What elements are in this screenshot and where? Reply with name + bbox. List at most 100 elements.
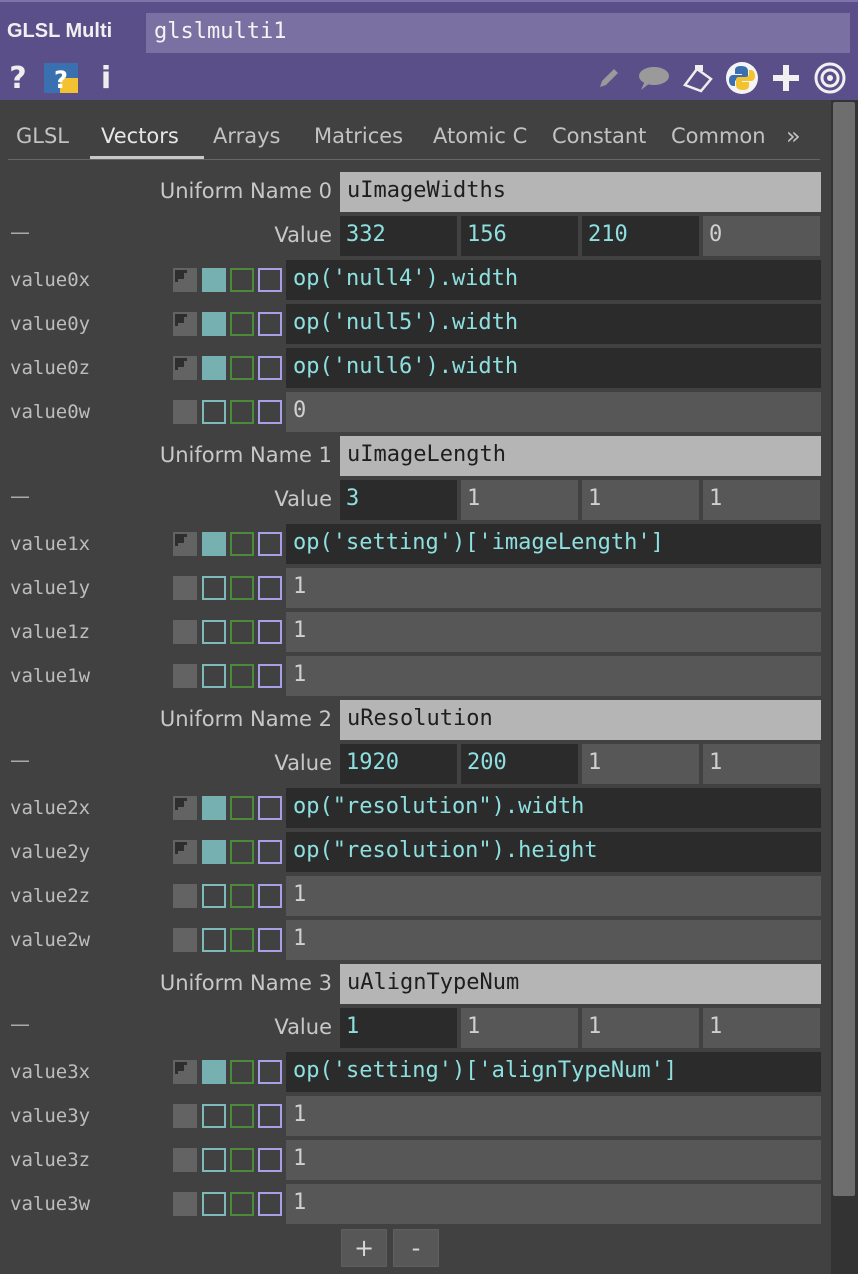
constant-mode-icon[interactable]	[173, 1148, 197, 1172]
expression-mode-icon[interactable]	[202, 268, 226, 292]
constant-mode-icon[interactable]	[173, 664, 197, 688]
constant-mode-icon[interactable]	[173, 620, 197, 644]
expression-mode-icon[interactable]	[202, 576, 226, 600]
expression-mode-icon[interactable]	[202, 796, 226, 820]
expression-mode-icon[interactable]	[202, 884, 226, 908]
python-help-icon[interactable]: ?	[42, 60, 80, 96]
value-cell-x[interactable]: 332	[340, 216, 457, 256]
constant-mode-icon[interactable]	[173, 576, 197, 600]
constant-field[interactable]: 1	[286, 1184, 821, 1224]
expression-field[interactable]: op('null5').width	[286, 304, 821, 344]
value-cell-x[interactable]: 1	[340, 1008, 457, 1048]
constant-mode-icon[interactable]	[173, 1192, 197, 1216]
value-cell-w[interactable]: 1	[703, 480, 820, 520]
value-cell-w[interactable]: 1	[703, 744, 820, 784]
export-mode-icon[interactable]	[230, 356, 254, 380]
value-cell-y[interactable]: 200	[461, 744, 578, 784]
expression-mode-icon[interactable]	[202, 928, 226, 952]
clipboard-icon[interactable]	[680, 60, 716, 96]
uniform-name-field[interactable]: uResolution	[340, 700, 821, 740]
bind-mode-icon[interactable]	[258, 620, 282, 644]
constant-field[interactable]: 0	[286, 392, 821, 432]
operator-name-field[interactable]: glslmulti1	[146, 13, 850, 53]
value-cell-w[interactable]: 0	[703, 216, 820, 256]
constant-field[interactable]: 1	[286, 1140, 821, 1180]
expression-mode-icon[interactable]	[202, 840, 226, 864]
expression-field[interactable]: op('setting')['alignTypeNum']	[286, 1052, 821, 1092]
bind-mode-icon[interactable]	[258, 356, 282, 380]
tab-arrays[interactable]: Arrays	[213, 124, 281, 148]
bind-mode-icon[interactable]	[258, 576, 282, 600]
tab-vectors[interactable]: Vectors	[101, 124, 179, 148]
collapse-toggle[interactable]: —	[10, 748, 30, 772]
bind-mode-icon[interactable]	[258, 400, 282, 424]
collapse-toggle[interactable]: —	[10, 1012, 30, 1036]
help-icon[interactable]: ?	[6, 60, 30, 96]
vertical-scrollbar[interactable]	[831, 100, 858, 1274]
collapse-toggle[interactable]: —	[10, 484, 30, 508]
tab-constants[interactable]: Constant	[552, 124, 658, 148]
constant-mode-icon[interactable]	[173, 796, 197, 820]
export-mode-icon[interactable]	[230, 884, 254, 908]
export-mode-icon[interactable]	[230, 1192, 254, 1216]
export-mode-icon[interactable]	[230, 1148, 254, 1172]
export-mode-icon[interactable]	[230, 532, 254, 556]
uniform-name-field[interactable]: uImageLength	[340, 436, 821, 476]
expression-mode-icon[interactable]	[202, 356, 226, 380]
bind-mode-icon[interactable]	[258, 884, 282, 908]
export-mode-icon[interactable]	[230, 620, 254, 644]
constant-mode-icon[interactable]	[173, 1104, 197, 1128]
export-mode-icon[interactable]	[230, 576, 254, 600]
bind-mode-icon[interactable]	[258, 1192, 282, 1216]
bind-mode-icon[interactable]	[258, 268, 282, 292]
constant-mode-icon[interactable]	[173, 268, 197, 292]
expression-field[interactable]: op('setting')['imageLength']	[286, 524, 821, 564]
expression-mode-icon[interactable]	[202, 620, 226, 644]
info-icon[interactable]: i	[96, 60, 116, 96]
value-cell-y[interactable]: 156	[461, 216, 578, 256]
export-mode-icon[interactable]	[230, 312, 254, 336]
expression-mode-icon[interactable]	[202, 532, 226, 556]
scrollbar-thumb[interactable]	[833, 102, 855, 1196]
tab-more-chevron-icon[interactable]: »	[786, 122, 801, 150]
tab-matrices[interactable]: Matrices	[314, 124, 403, 148]
constant-mode-icon[interactable]	[173, 884, 197, 908]
value-cell-z[interactable]: 1	[582, 480, 699, 520]
tab-atomic-counters[interactable]: Atomic C	[433, 124, 539, 148]
bind-mode-icon[interactable]	[258, 1148, 282, 1172]
value-cell-x[interactable]: 1920	[340, 744, 457, 784]
expression-mode-icon[interactable]	[202, 1148, 226, 1172]
export-mode-icon[interactable]	[230, 664, 254, 688]
tab-glsl[interactable]: GLSL	[16, 124, 69, 148]
constant-mode-icon[interactable]	[173, 312, 197, 336]
expression-mode-icon[interactable]	[202, 1060, 226, 1084]
value-cell-x[interactable]: 3	[340, 480, 457, 520]
bind-mode-icon[interactable]	[258, 532, 282, 556]
value-cell-z[interactable]: 210	[582, 216, 699, 256]
value-cell-z[interactable]: 1	[582, 1008, 699, 1048]
constant-field[interactable]: 1	[286, 920, 821, 960]
uniform-name-field[interactable]: uAlignTypeNum	[340, 964, 821, 1004]
comment-icon[interactable]	[634, 60, 672, 96]
uniform-name-field[interactable]: uImageWidths	[340, 172, 821, 212]
constant-mode-icon[interactable]	[173, 928, 197, 952]
export-mode-icon[interactable]	[230, 268, 254, 292]
edit-pencil-icon[interactable]	[594, 60, 624, 96]
expression-mode-icon[interactable]	[202, 664, 226, 688]
bind-mode-icon[interactable]	[258, 1104, 282, 1128]
constant-mode-icon[interactable]	[173, 840, 197, 864]
remove-uniform-button[interactable]: -	[393, 1229, 439, 1267]
collapse-toggle[interactable]: —	[10, 220, 30, 244]
bind-mode-icon[interactable]	[258, 796, 282, 820]
expression-field[interactable]: op('null4').width	[286, 260, 821, 300]
bind-mode-icon[interactable]	[258, 928, 282, 952]
constant-mode-icon[interactable]	[173, 356, 197, 380]
bind-mode-icon[interactable]	[258, 1060, 282, 1084]
value-cell-y[interactable]: 1	[461, 480, 578, 520]
expression-mode-icon[interactable]	[202, 312, 226, 336]
target-icon[interactable]	[812, 60, 848, 96]
expression-field[interactable]: op("resolution").height	[286, 832, 821, 872]
export-mode-icon[interactable]	[230, 928, 254, 952]
expression-mode-icon[interactable]	[202, 400, 226, 424]
constant-field[interactable]: 1	[286, 612, 821, 652]
